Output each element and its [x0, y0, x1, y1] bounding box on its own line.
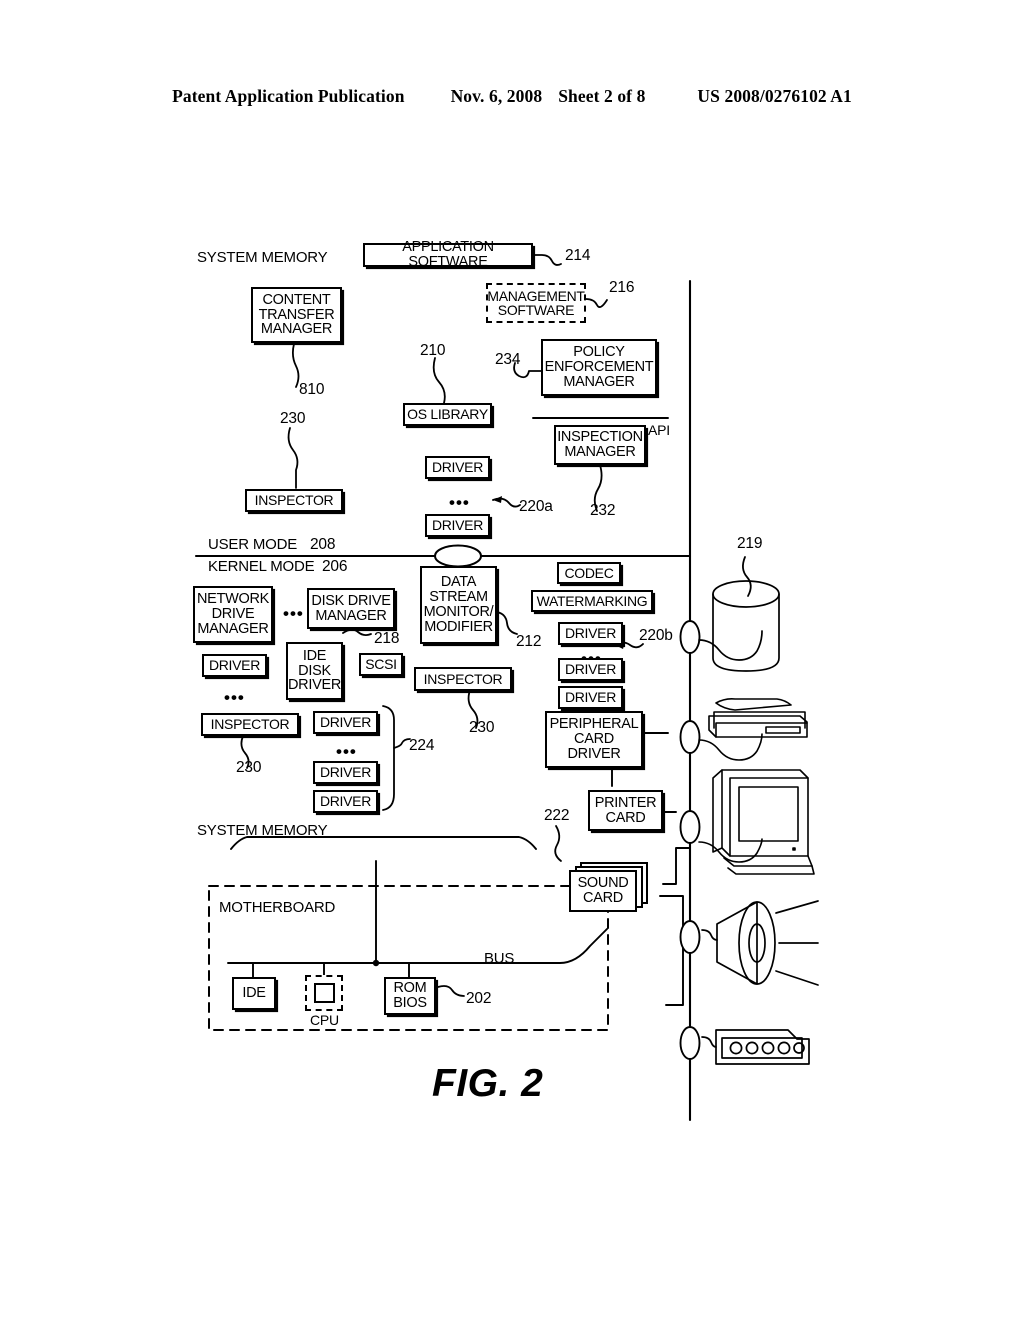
driver-network-box[interactable]: DRIVER: [202, 654, 267, 677]
ide-disk-driver-box[interactable]: IDE DISK DRIVER: [286, 642, 343, 700]
figure-2-diagram: SYSTEM MEMORY APPLICATION SOFTWARE 214 M…: [0, 0, 1024, 1320]
driver-peripheral-box-1[interactable]: DRIVER: [558, 622, 623, 645]
kernel-mode-label: KERNEL MODE: [208, 558, 315, 575]
port-monitor: [679, 810, 701, 844]
peripheral-card-driver-box[interactable]: PERIPHERAL CARD DRIVER: [545, 711, 643, 768]
leader-216: [585, 298, 608, 308]
mode-boundary-port: [434, 544, 482, 568]
link-sound-card-2: [659, 895, 684, 931]
diagram-vector-layer: [194, 254, 819, 1122]
bus-junction-dot: [372, 959, 380, 967]
motherboard-label: MOTHERBOARD: [219, 899, 336, 916]
ref-234: 234: [495, 351, 521, 368]
policy-enforcement-manager-box[interactable]: POLICY ENFORCEMENT MANAGER: [541, 339, 657, 396]
cpu-chip-core: [314, 983, 335, 1003]
ref-216: 216: [609, 279, 635, 296]
watermarking-box[interactable]: WATERMARKING: [531, 590, 653, 612]
ref-232: 232: [590, 502, 616, 519]
data-stream-monitor-modifier-box[interactable]: DATA STREAM MONITOR/ MODIFIER: [420, 566, 497, 644]
leader-219: [742, 556, 752, 597]
printer-icon: [698, 698, 808, 761]
link-sound-card: [662, 847, 691, 885]
driver-peripheral-box-3[interactable]: DRIVER: [558, 686, 623, 709]
leader-230-user: [287, 427, 299, 489]
leader-202: [437, 985, 465, 997]
bus-to-sound-card: [520, 928, 608, 964]
codec-box[interactable]: CODEC: [557, 562, 621, 584]
ref-230-user: 230: [280, 410, 306, 427]
connector-panel-icon: [701, 1029, 810, 1065]
ref-810: 810: [299, 381, 325, 398]
ref-212: 212: [516, 633, 542, 650]
bracket-224: [382, 705, 395, 811]
bus-label: BUS: [484, 950, 515, 967]
port-storage: [679, 620, 701, 654]
system-memory-top-label: SYSTEM MEMORY: [197, 249, 328, 266]
speaker-icon: [701, 900, 819, 986]
user-mode-label: USER MODE: [208, 536, 298, 553]
ref-210: 210: [420, 342, 446, 359]
sound-card-box[interactable]: SOUND CARD: [569, 870, 637, 912]
ref-230-dsm: 230: [469, 719, 495, 736]
driver-user-box-2[interactable]: DRIVER: [425, 514, 490, 537]
driver-user-box-1[interactable]: DRIVER: [425, 456, 490, 479]
system-memory-bottom-label: SYSTEM MEMORY: [197, 822, 328, 839]
leader-222: [554, 825, 562, 862]
driver-disk-ellipsis: •••: [336, 742, 357, 761]
inspector-user-box[interactable]: INSPECTOR: [245, 489, 343, 512]
ref-214: 214: [565, 247, 591, 264]
port-connector-panel: [679, 1026, 701, 1060]
leader-212: [496, 611, 518, 635]
leader-224: [393, 738, 411, 749]
scsi-box[interactable]: SCSI: [359, 653, 403, 676]
port-speaker: [679, 920, 701, 954]
port-printer: [679, 720, 701, 754]
driver-disk-box-2[interactable]: DRIVER: [313, 761, 378, 784]
leader-210: [432, 357, 446, 404]
drive-manager-ellipsis: •••: [283, 604, 304, 623]
network-drive-manager-box[interactable]: NETWORK DRIVE MANAGER: [193, 586, 273, 643]
cpu-label: CPU: [310, 1012, 339, 1028]
arrowhead-220a: [493, 496, 502, 503]
disk-drive-manager-box[interactable]: DISK DRIVE MANAGER: [307, 588, 395, 629]
inspector-network-box[interactable]: INSPECTOR: [201, 713, 299, 736]
leader-810: [291, 343, 300, 388]
inspector-dsm-box[interactable]: INSPECTOR: [414, 667, 512, 691]
ref-224: 224: [409, 737, 435, 754]
ref-218: 218: [374, 630, 400, 647]
driver-peripheral-box-2[interactable]: DRIVER: [558, 658, 623, 681]
inspection-manager-box[interactable]: INSPECTION MANAGER: [554, 425, 646, 465]
application-software-box[interactable]: APPLICATION SOFTWARE: [363, 240, 533, 269]
ref-206: 206: [322, 558, 348, 575]
ref-202: 202: [466, 990, 492, 1007]
ref-220a: 220a: [519, 498, 553, 515]
driver-disk-box-1[interactable]: DRIVER: [313, 711, 378, 734]
driver-disk-box-3[interactable]: DRIVER: [313, 790, 378, 813]
ide-box[interactable]: IDE: [232, 977, 276, 1010]
ref-222: 222: [544, 807, 570, 824]
ref-208: 208: [310, 536, 336, 553]
rom-bios-box[interactable]: ROM BIOS: [384, 977, 436, 1015]
leader-218: [342, 628, 372, 637]
api-label: API: [648, 422, 670, 438]
printer-card-box[interactable]: PRINTER CARD: [588, 790, 663, 831]
monitor-icon: [698, 769, 815, 875]
storage-device-icon: [698, 580, 780, 672]
driver-user-ellipsis: •••: [449, 493, 470, 512]
os-library-box[interactable]: OS LIBRARY: [403, 403, 492, 426]
content-transfer-manager-box[interactable]: CONTENT TRANSFER MANAGER: [251, 287, 342, 343]
ref-219: 219: [737, 535, 763, 552]
driver-network-ellipsis: •••: [224, 688, 245, 707]
ref-220b: 220b: [639, 627, 673, 644]
ref-230-net: 230: [236, 759, 262, 776]
leader-214: [533, 254, 562, 266]
figure-caption: FIG. 2: [432, 1062, 544, 1105]
management-software-box[interactable]: MANAGEMENT SOFTWARE: [486, 283, 586, 323]
